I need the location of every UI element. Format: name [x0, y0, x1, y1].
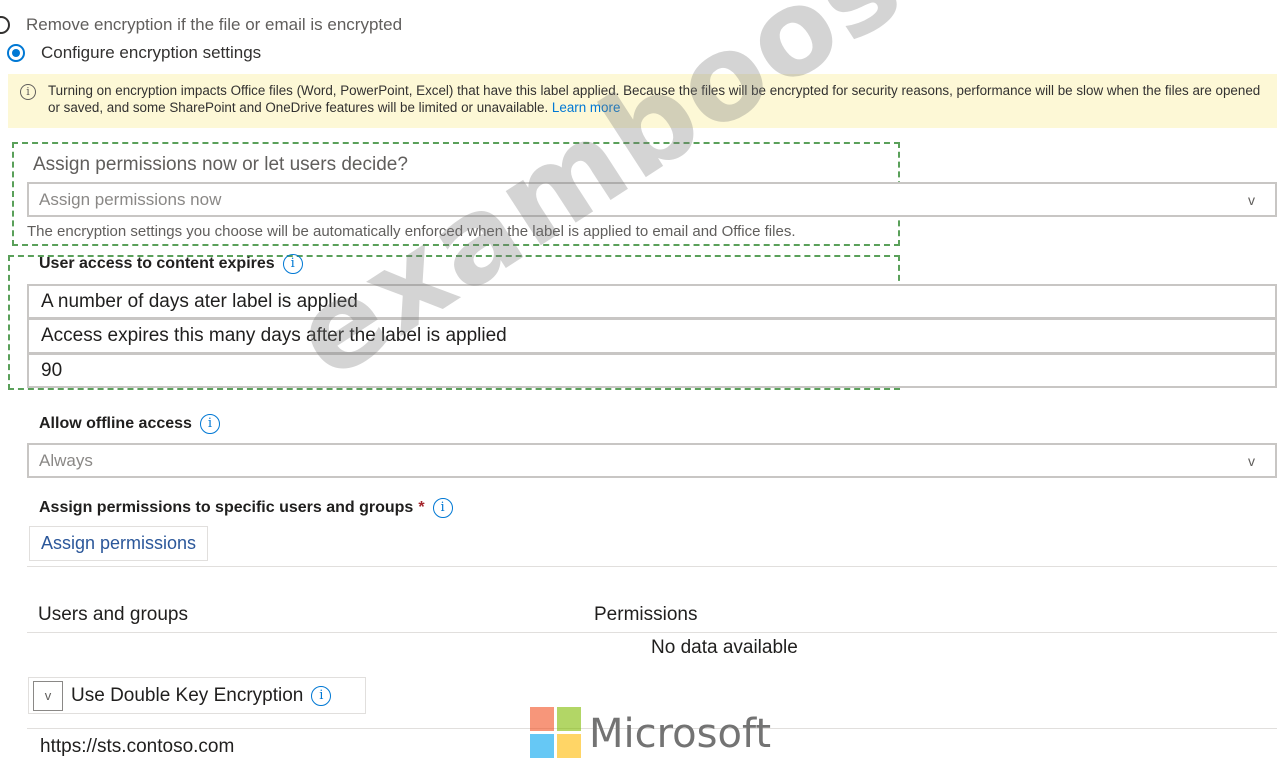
expiry-days-input[interactable]: 90	[27, 353, 1277, 388]
assign-dropdown-value: Assign permissions now	[39, 189, 222, 209]
column-header-permissions[interactable]: Permissions	[594, 604, 697, 626]
expand-toggle-button[interactable]: v	[33, 680, 63, 711]
info-icon: i	[20, 84, 36, 100]
logo-square-yellow	[557, 734, 581, 758]
logo-square-red	[530, 707, 554, 731]
column-header-users[interactable]: Users and groups	[38, 604, 188, 626]
info-icon[interactable]: i	[311, 685, 332, 706]
microsoft-logo-text: Microsoft	[589, 711, 772, 757]
radio-configure-encryption[interactable]: Configure encryption settings	[7, 43, 261, 63]
chevron-down-icon: v	[1248, 452, 1255, 469]
expiry-label-text: User access to content expires	[39, 255, 275, 272]
permissions-label: Assign permissions to specific users and…	[39, 497, 453, 519]
assign-question-label: Assign permissions now or let users deci…	[33, 154, 408, 175]
dke-label: Use Double Key Encryption	[71, 684, 304, 706]
radio-configure-circle[interactable]	[7, 44, 25, 62]
microsoft-logo: Microsoft	[530, 707, 780, 758]
required-asterisk: *	[418, 499, 425, 516]
radio-configure-label: Configure encryption settings	[41, 43, 262, 62]
info-icon[interactable]: i	[432, 498, 453, 518]
table-header-divider	[27, 632, 1277, 633]
expiry-option-field[interactable]: A number of days ater label is applied	[27, 284, 1277, 319]
double-key-encryption-row[interactable]: v Use Double Key Encryption i	[28, 677, 366, 714]
chevron-down-icon: v	[1248, 191, 1255, 208]
logo-square-green	[557, 707, 581, 731]
offline-dropdown-value: Always	[39, 450, 93, 470]
logo-square-blue	[530, 734, 554, 758]
radio-remove-encryption[interactable]: Remove encryption if the file or email i…	[0, 15, 402, 35]
offline-label: Allow offline access i	[39, 413, 220, 435]
radio-remove-circle[interactable]	[0, 16, 10, 34]
radio-remove-label: Remove encryption if the file or email i…	[26, 15, 403, 34]
expiry-label: User access to content expires i	[39, 253, 303, 275]
divider	[27, 566, 1277, 567]
no-data-text: No data available	[651, 637, 798, 658]
offline-access-dropdown[interactable]: Always v	[27, 443, 1277, 478]
assign-permissions-button-label: Assign permissions	[41, 533, 197, 553]
offline-label-text: Allow offline access	[39, 415, 192, 432]
assign-permissions-button[interactable]: Assign permissions	[29, 526, 209, 561]
permissions-label-text: Assign permissions to specific users and…	[39, 499, 414, 516]
dke-url-field[interactable]: https://sts.contoso.com	[40, 736, 234, 758]
expiry-description-row: Access expires this many days after the …	[27, 318, 1277, 354]
expiry-days-value: 90	[41, 359, 63, 381]
info-icon[interactable]: i	[199, 414, 220, 434]
